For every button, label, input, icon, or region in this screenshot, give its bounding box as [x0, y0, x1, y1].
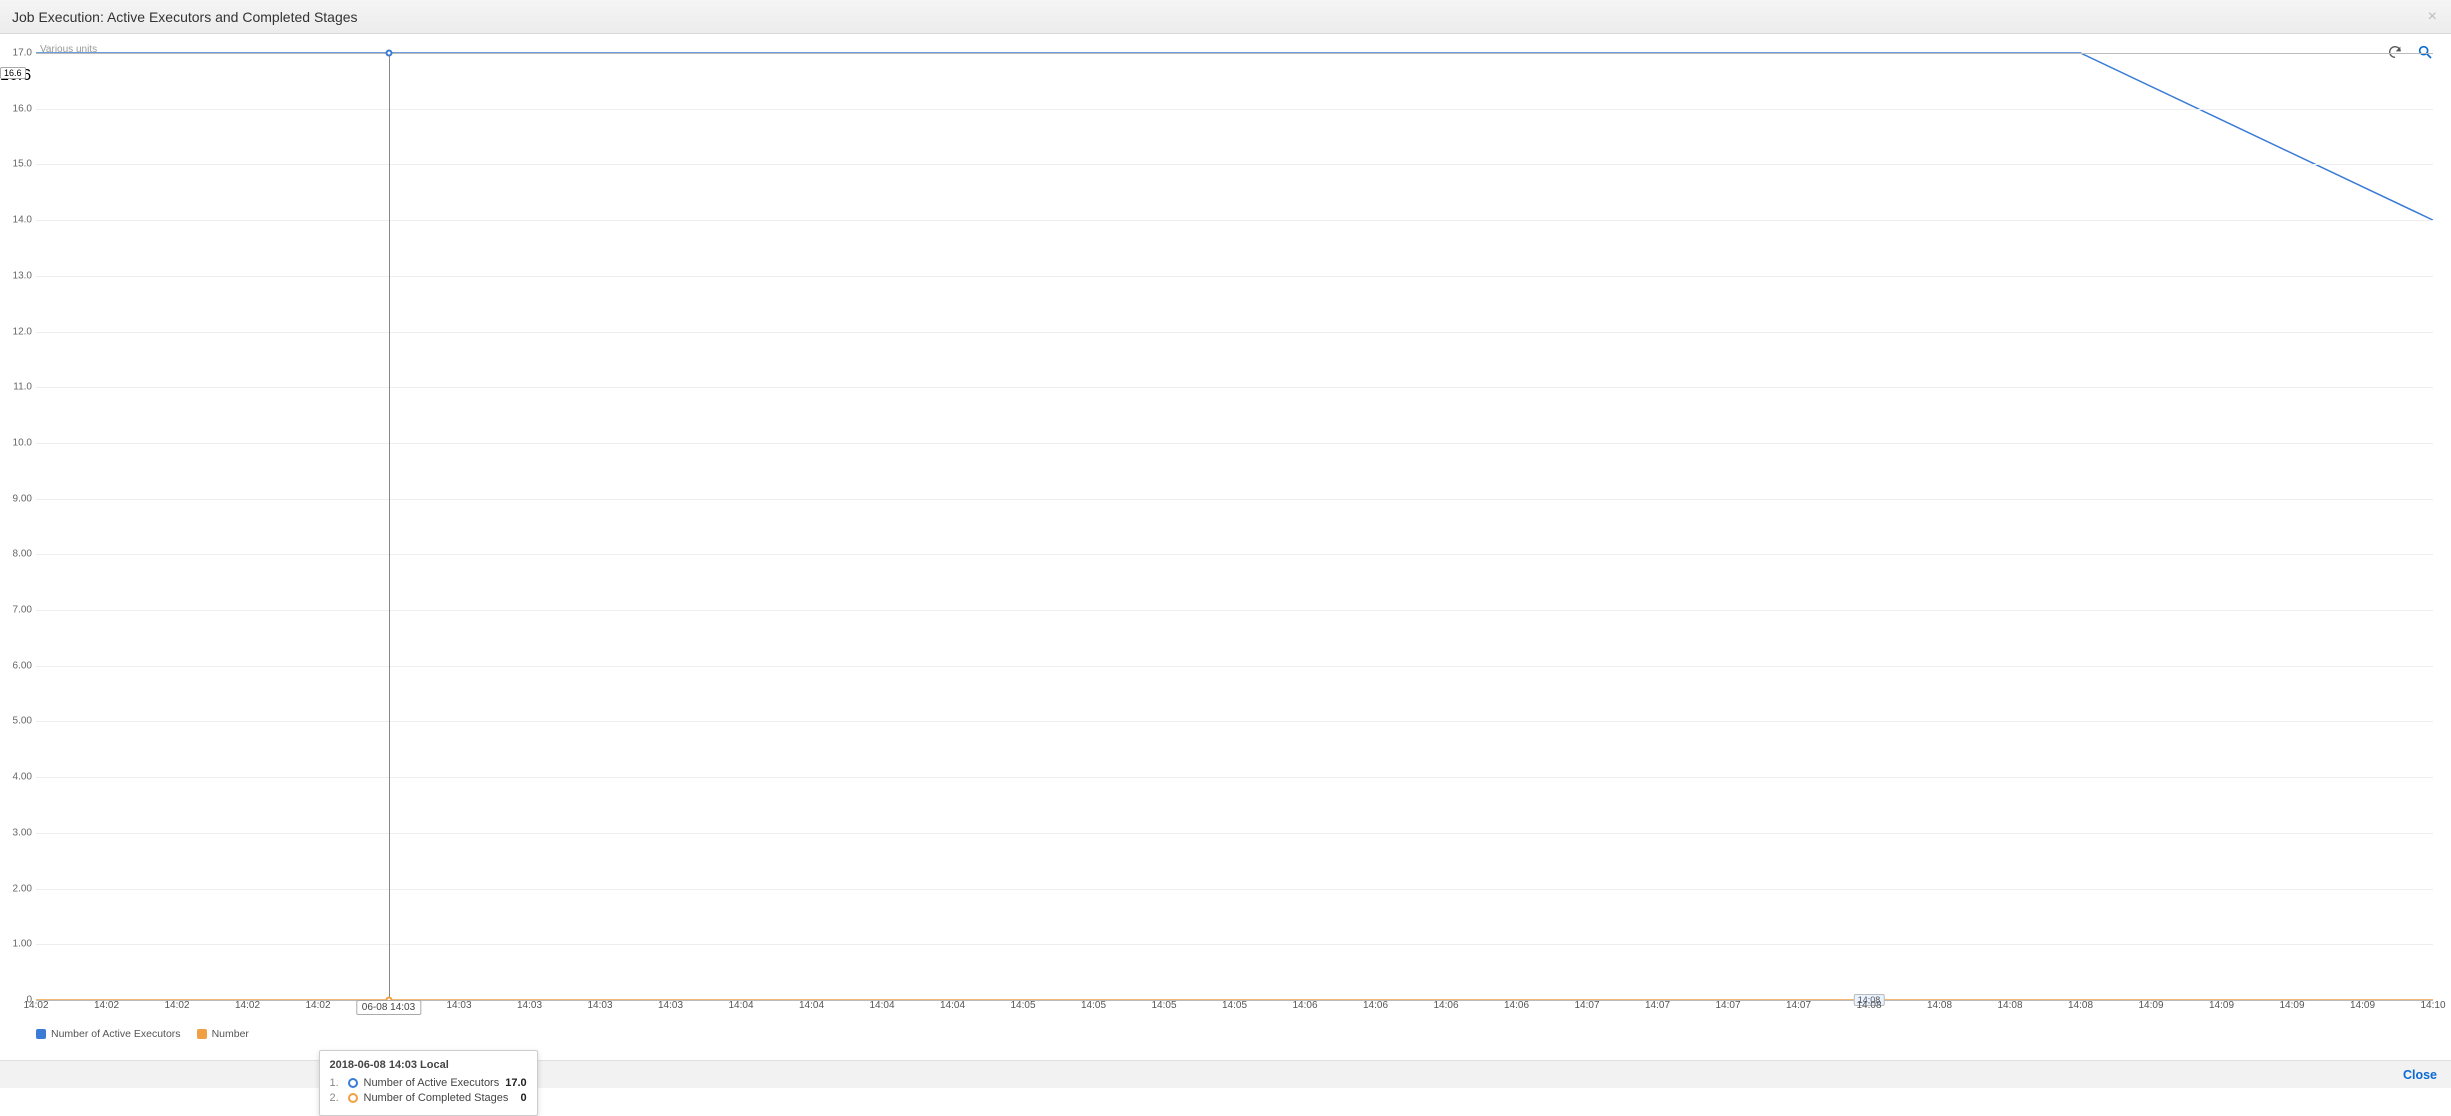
legend-label: Number	[212, 1028, 249, 1040]
x-tick-label: 14:03	[658, 1000, 683, 1011]
chart-area: Various units 01.002.003.004.005.006.007…	[0, 34, 2451, 1060]
y-tick-label: 2.00	[2, 883, 32, 894]
x-tick-label: 14:05	[1081, 1000, 1106, 1011]
x-tick-label: 14:04	[728, 1000, 753, 1011]
x-tick-label: 14:09	[2350, 1000, 2375, 1011]
x-tick-label: 14:06	[1433, 1000, 1458, 1011]
x-tick-label: 14:09	[2279, 1000, 2304, 1011]
x-tick-label: 14:06	[1292, 1000, 1317, 1011]
y-tick-label: 15.0	[2, 159, 32, 170]
x-tick-label: 14:04	[799, 1000, 824, 1011]
hover-point	[385, 50, 392, 57]
x-tick-label: 14:07	[1715, 1000, 1740, 1011]
x-tick-label: 14:09	[2138, 1000, 2163, 1011]
x-tick-label: 14:08	[2068, 1000, 2093, 1011]
tooltip-series-value: 17.0	[505, 1077, 526, 1089]
x-tick-label: 14:02	[305, 1000, 330, 1011]
y-tick-label: 8.00	[2, 549, 32, 560]
y-tick-label: 4.00	[2, 772, 32, 783]
legend: Number of Active Executors Number	[36, 1028, 249, 1040]
chart-lines	[36, 53, 2433, 1000]
tooltip-row: 2. Number of Completed Stages 0	[330, 1092, 527, 1104]
y-tick-label: 3.00	[2, 827, 32, 838]
x-axis: 14:0214:0214:0214:0214:0206-08 14:0314:0…	[36, 1000, 2433, 1020]
y-tick-label: 17.0	[2, 48, 32, 59]
x-tick-label: 06-08 14:03	[356, 1000, 421, 1015]
x-tick-label: 14:08	[1927, 1000, 1952, 1011]
tooltip-row: 1. Number of Active Executors 17.0	[330, 1077, 527, 1089]
plot-region[interactable]: 01.002.003.004.005.006.007.008.009.0010.…	[36, 52, 2433, 1000]
x-tick-label: 14:05	[1222, 1000, 1247, 1011]
tooltip-swatch	[348, 1093, 358, 1103]
x-tick-label: 14:03	[587, 1000, 612, 1011]
x-tick-label: 14:06	[1363, 1000, 1388, 1011]
tooltip-timestamp: 2018-06-08 14:03 Local	[330, 1059, 527, 1071]
tooltip-series-name: Number of Active Executors	[364, 1077, 500, 1089]
tooltip-idx: 1.	[330, 1077, 342, 1089]
x-tick-label: 14:03	[446, 1000, 471, 1011]
tooltip-series-name: Number of Completed Stages	[364, 1092, 515, 1104]
page-title: Job Execution: Active Executors and Comp…	[12, 9, 358, 25]
x-tick-label: 14:02	[23, 1000, 48, 1011]
y-tick-label: 11.0	[2, 382, 32, 393]
y-hover-badge: 16.6	[0, 67, 26, 79]
x-tick-label: 14:10	[2420, 1000, 2445, 1011]
series-line	[36, 53, 2433, 220]
close-icon[interactable]: ×	[2428, 8, 2437, 26]
x-tick-label: 14:03	[517, 1000, 542, 1011]
y-tick-label: 14.0	[2, 215, 32, 226]
y-tick-label: 10.0	[2, 437, 32, 448]
x-tick-label: 14:08	[1856, 1000, 1881, 1011]
legend-item: Number of Active Executors	[36, 1028, 181, 1040]
x-tick-label: 14:09	[2209, 1000, 2234, 1011]
x-tick-label: 14:06	[1504, 1000, 1529, 1011]
x-tick-label: 14:07	[1786, 1000, 1811, 1011]
x-tick-label: 14:04	[940, 1000, 965, 1011]
y-tick-label: 5.00	[2, 716, 32, 727]
x-tick-label: 14:02	[94, 1000, 119, 1011]
x-tick-label: 14:08	[1997, 1000, 2022, 1011]
modal-header: Job Execution: Active Executors and Comp…	[0, 0, 2451, 34]
x-tick-label: 14:02	[235, 1000, 260, 1011]
tooltip-idx: 2.	[330, 1092, 342, 1104]
y-tick-label: 13.0	[2, 270, 32, 281]
legend-swatch	[197, 1029, 207, 1039]
hover-tooltip: 2018-06-08 14:03 Local 1. Number of Activ…	[319, 1050, 538, 1116]
tooltip-swatch	[348, 1078, 358, 1088]
y-tick-label: 16.0	[2, 103, 32, 114]
y-tick-label: 9.00	[2, 493, 32, 504]
x-tick-label: 14:05	[1151, 1000, 1176, 1011]
y-tick-label: 12.0	[2, 326, 32, 337]
x-tick-label: 14:07	[1574, 1000, 1599, 1011]
legend-label: Number of Active Executors	[51, 1028, 181, 1040]
y-tick-label: 7.00	[2, 605, 32, 616]
x-tick-label: 14:02	[164, 1000, 189, 1011]
x-tick-label: 14:04	[869, 1000, 894, 1011]
y-tick-label: 1.00	[2, 939, 32, 950]
tooltip-series-value: 0	[521, 1092, 527, 1104]
x-tick-label: 14:05	[1010, 1000, 1035, 1011]
x-tick-label: 14:07	[1645, 1000, 1670, 1011]
legend-swatch	[36, 1029, 46, 1039]
y-tick-label: 6.00	[2, 660, 32, 671]
legend-item: Number	[197, 1028, 249, 1040]
crosshair	[389, 53, 390, 1000]
close-button[interactable]: Close	[2403, 1068, 2437, 1082]
